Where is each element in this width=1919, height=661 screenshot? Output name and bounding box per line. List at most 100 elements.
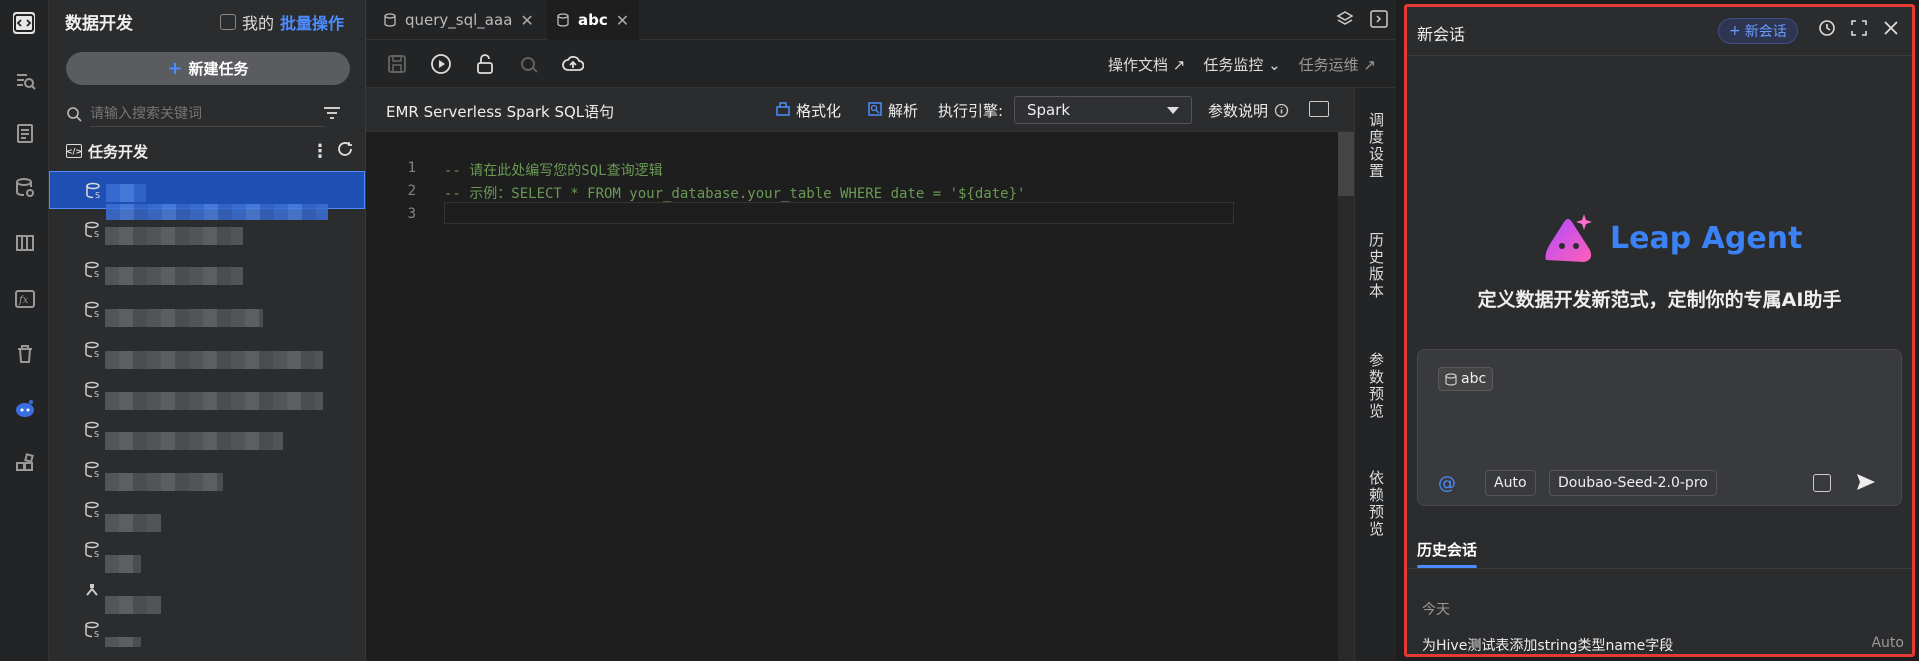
history-item[interactable]: 为Hive测试表添加string类型name字段 <box>1422 635 1673 655</box>
redacted-task-name <box>105 432 283 450</box>
new-task-button[interactable]: + 新建任务 <box>66 52 350 85</box>
scrollbar-thumb[interactable] <box>1338 132 1354 196</box>
search-input[interactable] <box>90 101 325 127</box>
format-button[interactable]: 格式化 <box>776 100 841 121</box>
task-tree-panel: 数据开发 我的 批量操作 + 新建任务 </> 任务开发 ⋮ S <box>49 0 366 661</box>
tree-row[interactable]: S <box>49 411 365 450</box>
params-preview-tab[interactable]: 参数预览 <box>1367 352 1385 420</box>
publish-icon[interactable] <box>562 53 584 75</box>
mine-filter: 我的 批量操作 <box>220 10 344 34</box>
format-label: 格式化 <box>796 102 842 120</box>
query-list-icon[interactable] <box>12 68 38 94</box>
svg-text:S: S <box>94 310 99 319</box>
editor-scrollbar[interactable] <box>1338 132 1354 661</box>
tab-label: query_sql_aaa <box>405 11 513 29</box>
tree-row[interactable]: S <box>49 291 365 329</box>
new-chat-button[interactable]: + 新会话 <box>1718 18 1798 44</box>
tree-row[interactable]: S <box>49 451 365 491</box>
editor-tabs: query_sql_aaa ✕ abc ✕ <box>366 0 1396 40</box>
section-task-dev[interactable]: </> 任务开发 ⋮ <box>66 140 356 162</box>
task-search <box>66 101 366 127</box>
ai-agent-icon[interactable] <box>12 396 38 422</box>
leap-agent-logo-icon <box>1545 214 1592 262</box>
agent-input[interactable]: abc @ Auto Doubao-Seed-2.0-pro <box>1417 349 1902 506</box>
svg-text:S: S <box>95 191 100 200</box>
expand-icon[interactable] <box>1850 19 1868 37</box>
close-icon[interactable]: ✕ <box>616 11 629 30</box>
layers-icon[interactable] <box>1336 10 1354 28</box>
sql-task-icon: S <box>85 421 101 439</box>
svg-text:fx: fx <box>18 295 29 306</box>
history-title[interactable]: 历史会话 <box>1417 539 1477 560</box>
tree-row[interactable]: S <box>49 211 365 249</box>
mode-select[interactable]: Auto <box>1485 470 1536 496</box>
lock-icon[interactable] <box>474 53 496 75</box>
engine-select[interactable]: Spark <box>1014 96 1192 124</box>
tree-row[interactable]: S <box>49 251 365 289</box>
line-number: 3 <box>407 206 416 222</box>
document-icon[interactable] <box>12 120 38 146</box>
svg-text:S: S <box>94 270 99 279</box>
agent-tools <box>1818 19 1900 37</box>
more-icon[interactable]: ⋮ <box>311 141 329 162</box>
tree-row[interactable] <box>49 571 365 614</box>
preview-icon[interactable] <box>518 53 540 75</box>
engine-label: 执行引擎: <box>938 102 1004 120</box>
svg-text:S: S <box>94 430 99 439</box>
tree-row[interactable]: S <box>49 491 365 532</box>
context-chip[interactable]: abc <box>1438 367 1494 391</box>
task-ops-link[interactable]: 任务运维 ↗ <box>1299 54 1376 75</box>
batch-operation-link[interactable]: 批量操作 <box>280 10 344 34</box>
model-select[interactable]: Doubao-Seed-2.0-pro <box>1549 470 1717 496</box>
columns-icon[interactable] <box>12 230 38 256</box>
docs-link[interactable]: 操作文档 ↗ <box>1108 54 1185 75</box>
agent-tagline: 定义数据开发新范式，定制你的专属AI助手 <box>1477 289 1842 311</box>
upload-icon[interactable] <box>1813 474 1831 492</box>
history-versions-tab[interactable]: 历史版本 <box>1367 232 1385 300</box>
params-help[interactable]: 参数说明 <box>1208 100 1289 121</box>
history-icon[interactable] <box>1818 19 1836 37</box>
sql-bar: EMR Serverless Spark SQL语句 格式化 解析 执行引擎: … <box>366 88 1396 132</box>
dependency-preview-tab[interactable]: 依赖预览 <box>1367 470 1385 538</box>
tree-row[interactable]: S <box>49 611 365 649</box>
function-icon[interactable]: fx <box>12 286 38 312</box>
tree-row[interactable]: S <box>49 171 365 220</box>
keyboard-icon[interactable] <box>1309 101 1329 117</box>
agent-brand-name: Leap Agent <box>1610 220 1803 256</box>
close-icon[interactable] <box>1882 19 1900 37</box>
tree-row[interactable]: S <box>49 531 365 573</box>
section-label: 任务开发 <box>88 142 149 161</box>
close-icon[interactable]: ✕ <box>520 11 533 30</box>
code-line[interactable]: -- 示例：SELECT * FROM your_database.your_t… <box>444 183 1025 203</box>
workflow-icon <box>85 581 101 599</box>
sql-task-icon: S <box>85 501 101 519</box>
trash-icon[interactable] <box>12 341 38 367</box>
sql-editor[interactable]: 1 -- 请在此处编写您的SQL查询逻辑 2 -- 示例：SELECT * FR… <box>366 132 1336 661</box>
save-icon[interactable] <box>386 53 408 75</box>
engine-value: Spark <box>1027 101 1071 119</box>
code-line[interactable]: -- 请在此处编写您的SQL查询逻辑 <box>444 160 663 180</box>
database-settings-icon[interactable] <box>12 175 38 201</box>
filter-icon[interactable] <box>323 106 341 124</box>
mention-icon[interactable]: @ <box>1438 473 1456 494</box>
redacted-task-name <box>106 184 146 202</box>
refresh-icon[interactable] <box>336 140 354 162</box>
send-icon[interactable] <box>1855 472 1877 492</box>
caret-down-icon <box>1167 107 1179 114</box>
parse-icon <box>868 101 882 120</box>
schedule-settings-tab[interactable]: 调度设置 <box>1367 112 1385 180</box>
collapse-panel-icon[interactable] <box>1370 10 1388 28</box>
parse-button[interactable]: 解析 <box>868 100 918 121</box>
tree-row[interactable]: S <box>49 331 365 369</box>
mine-label: 我的 <box>242 14 275 33</box>
run-icon[interactable] <box>430 53 452 75</box>
tree-row[interactable]: S <box>49 371 365 410</box>
task-monitor-dropdown[interactable]: 任务监控 ⌄ <box>1203 54 1280 75</box>
parse-label: 解析 <box>888 102 919 120</box>
apps-icon[interactable] <box>12 451 38 477</box>
sql-task-icon: S <box>85 541 101 559</box>
tab-query-sql-aaa[interactable]: query_sql_aaa ✕ <box>374 0 544 40</box>
tab-abc[interactable]: abc ✕ <box>547 0 640 40</box>
code-dev-icon[interactable] <box>13 12 35 34</box>
mine-checkbox[interactable] <box>220 14 236 30</box>
